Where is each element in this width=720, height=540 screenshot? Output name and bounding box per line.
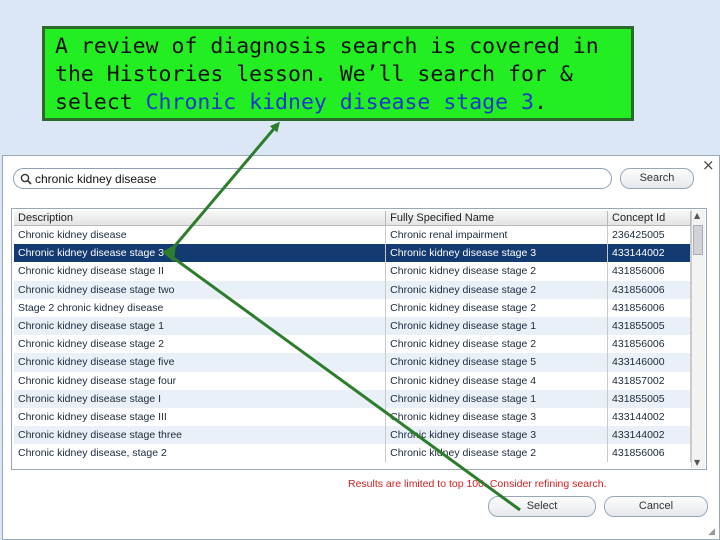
- arrow-tip: [162, 244, 176, 262]
- annotation-arrows: [162, 121, 521, 512]
- arrow-annotation: [165, 121, 521, 512]
